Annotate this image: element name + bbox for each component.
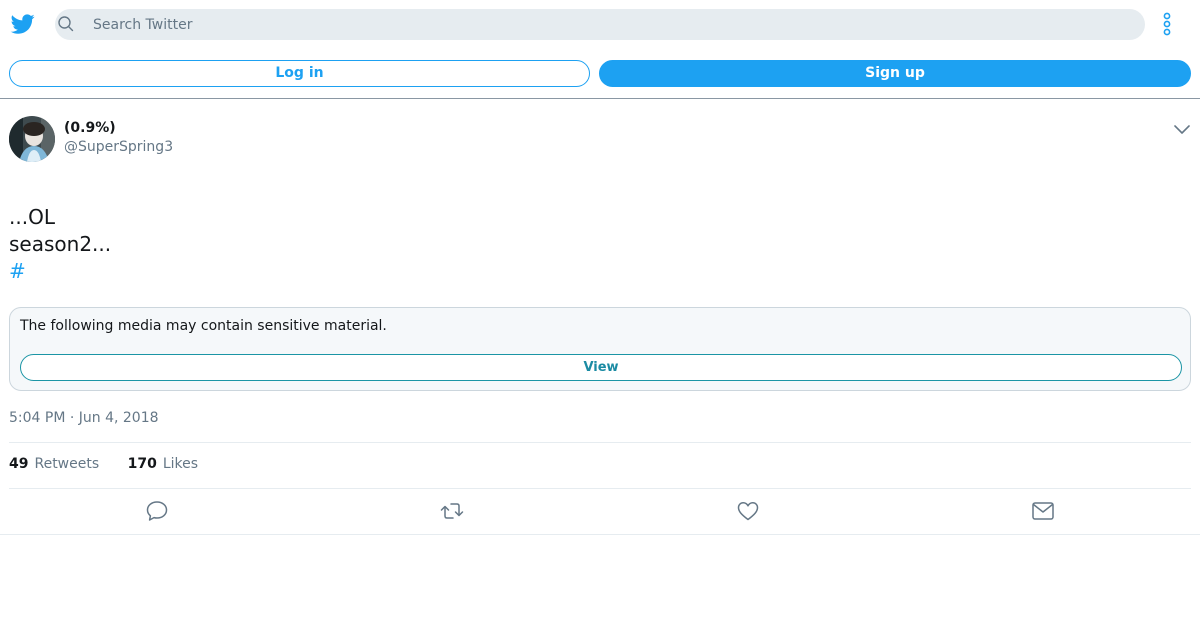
retweets-label: Retweets bbox=[34, 456, 100, 472]
sign-up-button[interactable]: Sign up bbox=[599, 60, 1191, 87]
tweet-text-line: season2... bbox=[9, 232, 112, 256]
stats-divider-top bbox=[9, 442, 1191, 443]
avatar-image bbox=[9, 116, 55, 162]
tweet-timestamp[interactable]: 5:04 PM · Jun 4, 2018 bbox=[9, 410, 159, 426]
top-bar bbox=[0, 0, 1200, 48]
author-handle[interactable]: @SuperSpring3 bbox=[64, 139, 173, 155]
log-in-button[interactable]: Log in bbox=[9, 60, 590, 87]
twitter-bird-icon[interactable] bbox=[10, 12, 36, 36]
likes-label: Likes bbox=[162, 456, 199, 472]
like-heart-icon[interactable] bbox=[735, 498, 761, 524]
tweet-actions bbox=[0, 498, 1200, 524]
search-bar[interactable] bbox=[55, 9, 1145, 40]
sensitive-media-card: The following media may contain sensitiv… bbox=[9, 307, 1191, 391]
tweet-text-line: ...OL bbox=[9, 205, 55, 229]
tweet-stats: 49 Retweets 170 Likes bbox=[9, 456, 222, 472]
header-divider bbox=[0, 98, 1200, 99]
more-vertical-icon[interactable] bbox=[1158, 12, 1176, 36]
retweets-stat[interactable]: 49 Retweets bbox=[9, 456, 99, 472]
avatar[interactable] bbox=[9, 116, 55, 162]
reply-icon[interactable] bbox=[144, 498, 170, 524]
actions-divider bbox=[0, 534, 1200, 535]
hashtag-link[interactable]: # bbox=[9, 258, 111, 285]
retweets-count: 49 bbox=[9, 456, 29, 472]
likes-stat[interactable]: 170 Likes bbox=[128, 456, 198, 472]
tweet-text: ...OL season2... # bbox=[9, 204, 111, 285]
likes-count: 170 bbox=[127, 456, 157, 472]
mail-icon[interactable] bbox=[1030, 498, 1056, 524]
retweet-icon[interactable] bbox=[439, 498, 465, 524]
view-media-button[interactable]: View bbox=[20, 354, 1182, 381]
chevron-down-icon[interactable] bbox=[1173, 122, 1191, 136]
search-input[interactable] bbox=[93, 9, 1133, 40]
sensitive-media-warning: The following media may contain sensitiv… bbox=[20, 318, 387, 334]
stats-divider-bottom bbox=[9, 488, 1191, 489]
author-name[interactable]: (0.9%) bbox=[64, 120, 116, 136]
search-icon bbox=[58, 16, 74, 32]
